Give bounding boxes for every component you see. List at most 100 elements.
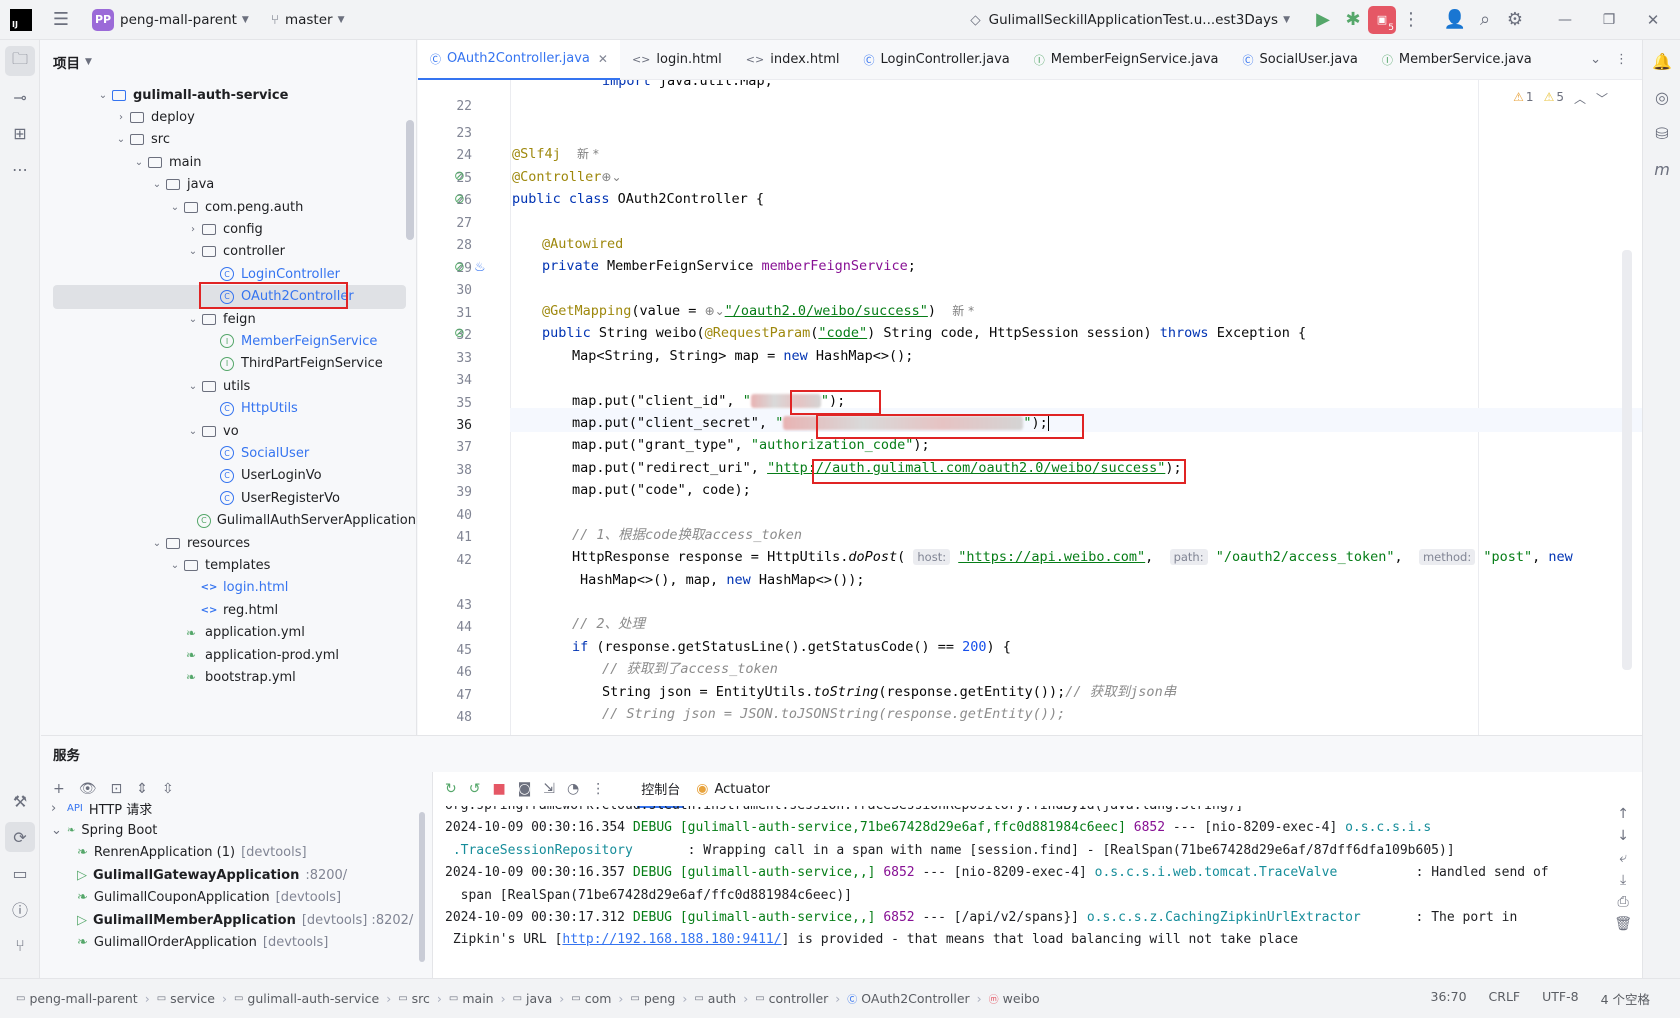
navigate-to-bean-icon[interactable]: ♨ bbox=[474, 260, 486, 275]
notifications-icon[interactable]: 🔔 bbox=[1647, 46, 1677, 76]
tree-item[interactable]: ⌄ templates bbox=[41, 553, 416, 577]
tree-item[interactable]: ⌄ main bbox=[41, 150, 416, 174]
restore-layout-icon[interactable]: ⇲ bbox=[543, 781, 555, 797]
line-number[interactable]: 24 bbox=[456, 148, 472, 163]
tree-item[interactable]: ❧ application.yml bbox=[41, 621, 416, 645]
tab-actuator[interactable]: Actuator bbox=[714, 782, 770, 797]
breadcrumb-item[interactable]: ⓜ weibo bbox=[985, 991, 1044, 1006]
console-link[interactable]: http://192.168.188.180:9411/ bbox=[562, 932, 781, 947]
branch-selector[interactable]: ⑂ master ▼ bbox=[265, 6, 351, 34]
line-number[interactable]: 35 bbox=[456, 396, 472, 411]
chevron-down-icon[interactable]: ⌄ bbox=[185, 314, 201, 325]
breadcrumb-item[interactable]: ▭ src bbox=[394, 991, 434, 1006]
breadcrumb-item[interactable]: ▭ peng-mall-parent bbox=[12, 991, 142, 1006]
service-item[interactable]: ❧ GulimallCouponApplication [devtools] bbox=[77, 886, 341, 910]
debug-icon[interactable]: ✱ bbox=[1338, 5, 1368, 35]
soft-wrap-icon[interactable]: ⤶ bbox=[1619, 850, 1627, 866]
profiler-icon[interactable]: ◔ bbox=[567, 781, 579, 797]
tree-item[interactable]: ⌄ com.peng.auth bbox=[41, 195, 416, 219]
line-number[interactable]: 45 bbox=[456, 643, 472, 658]
tree-item[interactable]: C HttpUtils bbox=[41, 397, 416, 421]
tree-item[interactable]: I MemberFeignService bbox=[41, 329, 416, 353]
editor-tab[interactable]: Ⓘ MemberFeignService.java bbox=[1022, 40, 1231, 80]
service-item[interactable]: ▷ GulimallMemberApplication [devtools] :82… bbox=[77, 908, 413, 932]
editor-tab[interactable]: Ⓒ LoginController.java bbox=[852, 40, 1022, 80]
rerun-debug-icon[interactable]: ↺ bbox=[469, 781, 481, 797]
stop-icon[interactable]: ■ bbox=[492, 781, 505, 797]
chevron-down-icon[interactable]: ⌄ bbox=[149, 179, 165, 190]
chevron-down-icon[interactable]: ⌄ bbox=[51, 823, 67, 838]
run-config-selector[interactable]: ◇ GulimallSeckillApplicationTest.u...est… bbox=[964, 6, 1296, 34]
print-icon[interactable]: ⎙ bbox=[1618, 894, 1629, 910]
chevron-right-icon[interactable]: › bbox=[51, 801, 67, 816]
services-tool-icon[interactable]: ⟳ bbox=[5, 822, 35, 852]
tree-item[interactable]: <> reg.html bbox=[41, 598, 416, 622]
console-output[interactable]: org.springframework.cloud.sleuth.instrum… bbox=[433, 806, 1582, 979]
tree-item[interactable]: ⌄ java bbox=[41, 173, 416, 197]
tabs-more-icon[interactable]: ⋮ bbox=[1615, 52, 1628, 67]
editor-tab[interactable]: Ⓘ MemberService.java bbox=[1370, 40, 1544, 80]
line-number[interactable]: 23 bbox=[456, 126, 472, 141]
breadcrumb-item[interactable]: ▭ peng bbox=[626, 991, 679, 1006]
tree-item[interactable]: ⌄ vo bbox=[41, 419, 416, 443]
tree-item[interactable]: › deploy bbox=[41, 105, 416, 129]
ai-assistant-icon[interactable]: ◎ bbox=[1647, 82, 1677, 112]
tree-item[interactable]: ❧ application-prod.yml bbox=[41, 643, 416, 667]
more-actions-icon[interactable]: ⋮ bbox=[1396, 5, 1426, 35]
tree-item[interactable]: ⌄ gulimall-auth-service bbox=[41, 83, 416, 107]
globe-icon[interactable]: ⊕⌄ bbox=[705, 304, 725, 318]
line-number[interactable]: 22 bbox=[456, 99, 472, 114]
breadcrumb-item[interactable]: ▭ auth bbox=[690, 991, 740, 1006]
add-service-icon[interactable]: + bbox=[53, 781, 65, 797]
clear-console-icon[interactable]: 🗑 bbox=[1614, 916, 1632, 932]
tree-scrollbar[interactable] bbox=[406, 120, 414, 240]
chevron-down-icon[interactable]: ⌄ bbox=[185, 426, 201, 437]
breadcrumb-item[interactable]: Ⓒ OAuth2Controller bbox=[843, 991, 973, 1006]
new-group-icon[interactable]: ⊡ bbox=[111, 781, 123, 797]
terminal-tool-icon[interactable]: ▭ bbox=[5, 858, 35, 888]
line-number[interactable]: 42 bbox=[456, 553, 472, 568]
gear-icon[interactable]: ⚙ bbox=[1500, 5, 1530, 35]
breadcrumb-item[interactable]: ▭ main bbox=[445, 991, 498, 1006]
tree-item[interactable]: ❧ bootstrap.yml bbox=[41, 665, 416, 689]
code-area[interactable]: import java.util.Map; @Slf4j 新 * @Contro… bbox=[510, 80, 1642, 735]
editor-tab[interactable]: Ⓒ OAuth2Controller.java ✕ bbox=[418, 39, 620, 80]
line-number[interactable]: 40 bbox=[456, 508, 472, 523]
line-number[interactable]: 44 bbox=[456, 620, 472, 635]
tab-console[interactable]: 控制台 bbox=[637, 771, 685, 808]
line-number[interactable]: 30 bbox=[456, 283, 472, 298]
line-number[interactable]: 28 bbox=[456, 238, 472, 253]
services-tree-scrollbar[interactable] bbox=[419, 812, 425, 962]
service-item[interactable]: ❧ GulimallOrderApplication [devtools] bbox=[77, 930, 328, 954]
scroll-up-icon[interactable]: ↑ bbox=[1617, 806, 1629, 822]
search-icon[interactable]: ⌕ bbox=[1470, 5, 1500, 35]
tree-item[interactable]: C SocialUser bbox=[41, 441, 416, 465]
line-number[interactable]: 47 bbox=[456, 688, 472, 703]
intellij-logo[interactable]: IJ bbox=[10, 8, 32, 31]
scroll-to-end-icon[interactable]: ⤓ bbox=[1620, 872, 1626, 888]
line-number[interactable]: 46 bbox=[456, 665, 472, 680]
tree-item[interactable]: › config bbox=[41, 217, 416, 241]
chevron-down-icon[interactable]: ⌄ bbox=[185, 381, 201, 392]
service-item[interactable]: › API HTTP 请求 bbox=[51, 796, 152, 820]
line-number[interactable]: 34 bbox=[456, 373, 472, 388]
chevron-down-icon[interactable]: ⌄ bbox=[167, 202, 183, 213]
line-number[interactable]: 43 bbox=[456, 598, 472, 613]
line-number[interactable]: 31 bbox=[456, 306, 472, 321]
service-item[interactable]: ⌄ ❧ Spring Boot bbox=[51, 818, 157, 842]
tree-item[interactable]: <> login.html bbox=[41, 576, 416, 600]
file-encoding[interactable]: UTF-8 bbox=[1542, 989, 1578, 1008]
editor-scrollbar[interactable] bbox=[1622, 250, 1632, 670]
line-number[interactable]: 38 bbox=[456, 463, 472, 478]
caret-position[interactable]: 36:70 bbox=[1431, 989, 1467, 1008]
breadcrumb-item[interactable]: ▭ controller bbox=[751, 991, 832, 1006]
build-tool-icon[interactable]: ⚒ bbox=[5, 786, 35, 816]
commit-tool-icon[interactable]: ⊸ bbox=[5, 82, 35, 112]
spring-bean-icon[interactable]: ⊘ bbox=[454, 169, 465, 184]
close-window-icon[interactable]: ✕ bbox=[1638, 5, 1668, 35]
tabs-dropdown-icon[interactable]: ⌄ bbox=[1590, 52, 1601, 67]
view-options-icon[interactable]: 👁 bbox=[79, 781, 97, 797]
database-icon[interactable]: ⛁ bbox=[1647, 118, 1677, 148]
close-tab-icon[interactable]: ✕ bbox=[598, 52, 608, 66]
breadcrumb-item[interactable]: ▭ gulimall-auth-service bbox=[230, 991, 383, 1006]
